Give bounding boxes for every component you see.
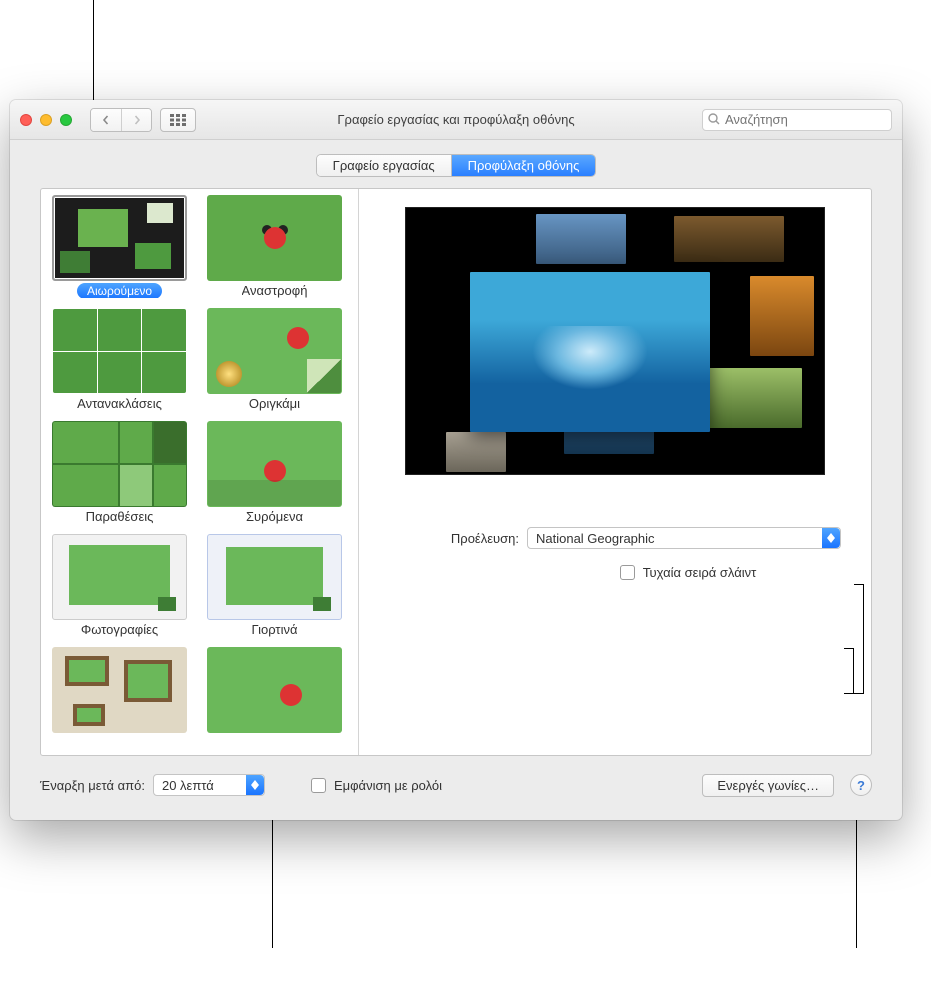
search-icon <box>708 113 721 129</box>
screensaver-item-extra-1[interactable] <box>47 647 192 733</box>
start-after-label: Έναρξη μετά από: <box>40 778 145 793</box>
thumb-flip <box>207 195 342 281</box>
thumb-reflections <box>52 308 187 394</box>
thumb-label: Παραθέσεις <box>86 509 154 524</box>
chevron-right-icon <box>132 115 142 125</box>
screensaver-item-flip[interactable]: Αναστροφή <box>202 195 347 304</box>
thumb-label: Αιωρούμενο <box>77 283 162 298</box>
thumb-grid: Αιωρούμενο Αναστροφή Αντανακλάσεις Οριγκ… <box>47 195 358 733</box>
thumb-origami <box>207 308 342 394</box>
help-icon: ? <box>857 778 865 793</box>
help-button[interactable]: ? <box>850 774 872 796</box>
start-after-popup[interactable]: 20 λεπτά <box>153 774 265 796</box>
source-label: Προέλευση: <box>419 531 527 546</box>
source-popup[interactable]: National Geographic <box>527 527 841 549</box>
show-clock-checkbox[interactable] <box>311 778 326 793</box>
tabs: Γραφείο εργασίας Προφύλαξη οθόνης <box>10 140 902 187</box>
thumb-plain <box>207 647 342 733</box>
callout-line-bottom-left <box>272 818 273 948</box>
segmented-control: Γραφείο εργασίας Προφύλαξη οθόνης <box>316 154 597 177</box>
screensaver-item-tile[interactable]: Παραθέσεις <box>47 421 192 530</box>
random-order-row: Τυχαία σειρά σλάιντ <box>464 553 767 584</box>
thumb-label: Οριγκάμι <box>249 396 300 411</box>
show-all-button[interactable] <box>160 108 196 132</box>
screensaver-item-floating[interactable]: Αιωρούμενο <box>47 195 192 304</box>
thumb-frames <box>52 647 187 733</box>
minimize-button[interactable] <box>40 114 52 126</box>
callout-bracket-outer <box>854 584 864 694</box>
screensaver-item-holiday[interactable]: Γιορτινά <box>202 534 347 643</box>
thumb-label: Φωτογραφίες <box>81 622 158 637</box>
screensaver-list[interactable]: Αιωρούμενο Αναστροφή Αντανακλάσεις Οριγκ… <box>41 189 359 755</box>
screensaver-item-extra-2[interactable] <box>202 647 347 733</box>
close-button[interactable] <box>20 114 32 126</box>
thumb-label: Γιορτινά <box>252 622 298 637</box>
screensaver-item-sliding[interactable]: Συρόμενα <box>202 421 347 530</box>
tab-screensaver[interactable]: Προφύλαξη οθόνης <box>451 155 596 176</box>
random-order-label: Τυχαία σειρά σλάιντ <box>643 565 757 580</box>
thumb-photos <box>52 534 187 620</box>
main-panel: Αιωρούμενο Αναστροφή Αντανακλάσεις Οριγκ… <box>40 188 872 756</box>
back-button[interactable] <box>91 109 121 131</box>
thumb-label: Αντανακλάσεις <box>77 396 162 411</box>
zoom-button[interactable] <box>60 114 72 126</box>
titlebar: Γραφείο εργασίας και προφύλαξη οθόνης <box>10 100 902 140</box>
start-after-value: 20 λεπτά <box>162 778 214 793</box>
callout-bracket-inner <box>844 648 854 694</box>
screensaver-item-photos[interactable]: Φωτογραφίες <box>47 534 192 643</box>
source-row: Προέλευση: National Geographic <box>379 523 851 553</box>
search-field-wrap <box>702 109 892 131</box>
bottom-bar: Έναρξη μετά από: 20 λεπτά Εμφάνιση με ρο… <box>40 764 872 806</box>
thumb-holiday <box>207 534 342 620</box>
screensaver-item-reflections[interactable]: Αντανακλάσεις <box>47 308 192 417</box>
preferences-window: Γραφείο εργασίας και προφύλαξη οθόνης Γρ… <box>10 100 902 820</box>
detail-panel: Προέλευση: National Geographic Τυχαία σε… <box>359 189 871 755</box>
thumb-label: Συρόμενα <box>246 509 303 524</box>
thumb-tile <box>52 421 187 507</box>
selected-label-pill: Αιωρούμενο <box>77 283 162 298</box>
stepper-arrows-icon <box>246 775 264 795</box>
hot-corners-button[interactable]: Ενεργές γωνίες… <box>702 774 834 797</box>
tab-desktop[interactable]: Γραφείο εργασίας <box>317 155 451 176</box>
grid-icon <box>170 114 186 126</box>
stepper-arrows-icon <box>822 528 840 548</box>
thumb-floating <box>52 195 187 281</box>
search-input[interactable] <box>702 109 892 131</box>
forward-button[interactable] <box>121 109 151 131</box>
traffic-lights <box>20 114 72 126</box>
screensaver-item-origami[interactable]: Οριγκάμι <box>202 308 347 417</box>
thumb-sliding <box>207 421 342 507</box>
chevron-left-icon <box>101 115 111 125</box>
source-value: National Geographic <box>536 531 655 546</box>
screensaver-preview[interactable] <box>405 207 825 475</box>
show-clock-label: Εμφάνιση με ρολόι <box>334 778 442 793</box>
nav-buttons <box>90 108 152 132</box>
thumb-label: Αναστροφή <box>242 283 308 298</box>
random-order-checkbox[interactable] <box>620 565 635 580</box>
